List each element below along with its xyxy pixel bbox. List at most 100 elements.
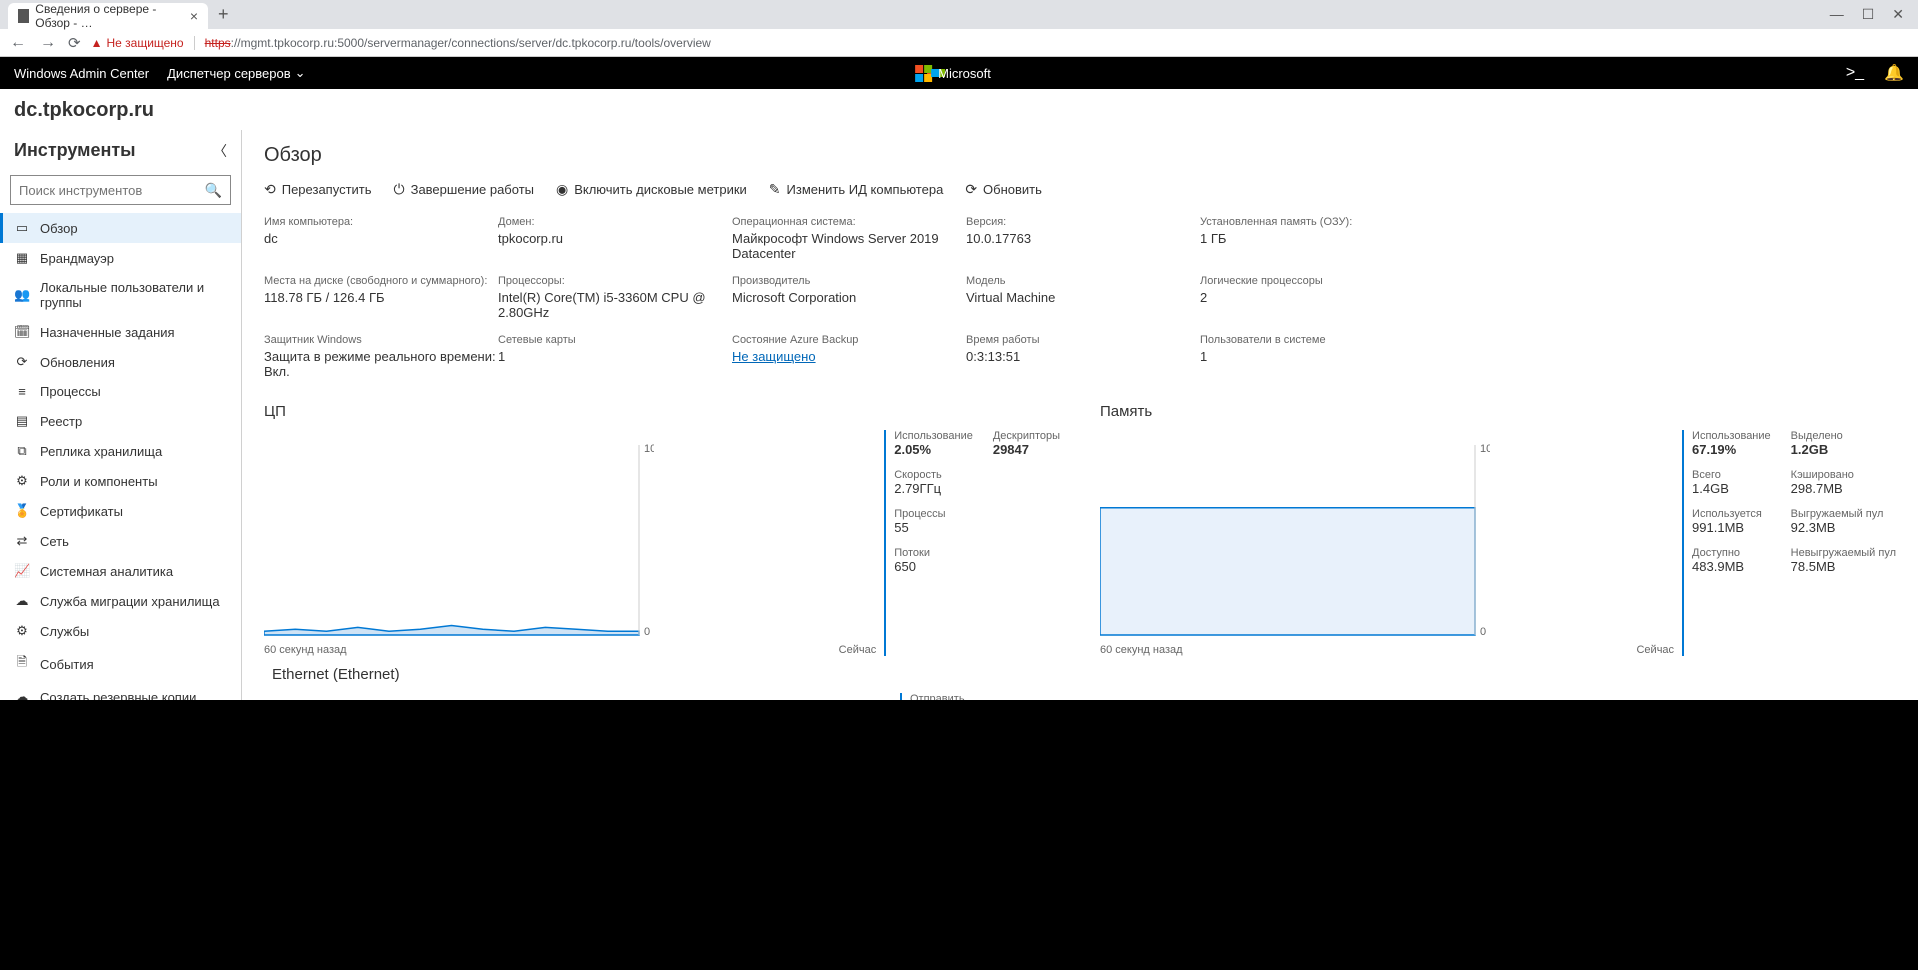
info-cell: ПроизводительMicrosoft Corporation	[732, 275, 966, 320]
address-bar: ← → ⟳ ▲ Не защищено https://mgmt.tpkocor…	[0, 29, 1918, 57]
sidebar-item-roles[interactable]: ⚙Роли и компоненты	[0, 466, 241, 496]
window-minimize-icon[interactable]: —	[1830, 6, 1844, 23]
restart-icon: ⟲	[264, 181, 276, 198]
sidebar-item-overview[interactable]: ▭Обзор	[0, 213, 241, 243]
info-cell: Имя компьютера:dc	[264, 216, 498, 261]
tab-title: Сведения о сервере - Обзор - …	[35, 2, 182, 30]
bell-icon[interactable]: 🔔	[1884, 63, 1904, 83]
cpu-stats: Использование2.05% Скорость2.79ГГц Проце…	[884, 430, 1060, 656]
mem-committed-stat: Выделено1.2GB	[1791, 430, 1896, 457]
info-cell: Время работы0:3:13:51	[966, 334, 1200, 379]
wac-topbar: Windows Admin Center Диспетчер серверов …	[0, 57, 1918, 89]
backup-icon: ☁	[14, 689, 30, 700]
users-icon: 👥	[14, 287, 30, 303]
url-display[interactable]: https://mgmt.tpkocorp.ru:5000/servermana…	[205, 36, 711, 50]
certificates-icon: 🏅	[14, 503, 30, 519]
mem-paged-stat: Выгружаемый пул92.3MB	[1791, 508, 1896, 535]
ethernet-row: Ethernet (Ethernet) Отправить424 Kbps	[264, 666, 1896, 700]
sidebar-item-tasks[interactable]: 🗓Назначенные задания	[0, 317, 241, 347]
sidebar-item-certificates[interactable]: 🏅Сертификаты	[0, 496, 241, 526]
brand-label[interactable]: Windows Admin Center	[14, 66, 149, 81]
page-bottom-blackbar	[0, 700, 1918, 970]
chevron-down-icon: ⌄	[295, 65, 306, 81]
sidebar-item-firewall[interactable]: ▦Брандмауэр	[0, 243, 241, 273]
cpu-speed-stat: Скорость2.79ГГц	[894, 469, 973, 496]
content-area: Обзор ⟲Перезапустить ⏻Завершение работы …	[242, 130, 1918, 700]
sidebar-title: Инструменты	[14, 140, 136, 161]
svg-text:0: 0	[1480, 626, 1486, 638]
sidebar-item-users[interactable]: 👥Локальные пользователи и группы	[0, 273, 241, 317]
sidebar-item-updates[interactable]: ⟳Обновления	[0, 347, 241, 377]
server-name-header: dc.tpkocorp.ru	[0, 89, 1918, 130]
mem-total-stat: Всего1.4GB	[1692, 469, 1771, 496]
sidebar: Инструменты 〈 🔍 ▭Обзор ▦Брандмауэр 👥Лока…	[0, 130, 242, 700]
tool-search[interactable]: 🔍	[10, 175, 231, 205]
edit-id-button[interactable]: ✎Изменить ИД компьютера	[769, 181, 944, 198]
main-layout: Инструменты 〈 🔍 ▭Обзор ▦Брандмауэр 👥Лока…	[0, 130, 1918, 700]
services-icon: ⚙	[14, 623, 30, 639]
processes-icon: ≡	[14, 384, 30, 399]
shutdown-button[interactable]: ⏻Завершение работы	[394, 181, 534, 198]
svg-text:100: 100	[644, 443, 654, 455]
refresh-icon: ⟳	[965, 181, 977, 198]
info-cell: Сетевые карты1	[498, 334, 732, 379]
reload-icon[interactable]: ⟳	[68, 34, 81, 52]
firewall-icon: ▦	[14, 250, 30, 266]
microsoft-logo: Microsoft	[927, 60, 991, 86]
sidebar-item-network[interactable]: ⇄Сеть	[0, 526, 241, 556]
disk-metrics-button[interactable]: ◉Включить дисковые метрики	[556, 181, 747, 198]
search-input[interactable]	[19, 183, 205, 198]
info-cell: Операционная система:Майкрософт Windows …	[732, 216, 966, 261]
ethernet-title: Ethernet (Ethernet)	[264, 666, 1060, 683]
memory-chart-block: Память 100 0 60 секунд назад Сейчас	[1100, 403, 1896, 656]
ms-square-icon	[931, 69, 939, 77]
browser-tab[interactable]: Сведения о сервере - Обзор - … ×	[8, 3, 208, 29]
terminal-icon[interactable]: >_	[1846, 64, 1864, 82]
sidebar-item-processes[interactable]: ≡Процессы	[0, 377, 241, 406]
svg-text:0: 0	[644, 626, 650, 638]
mem-inuse-stat: Используется991.1MB	[1692, 508, 1771, 535]
info-cell: МодельVirtual Machine	[966, 275, 1200, 320]
memory-chart: 100 0 60 секунд назад Сейчас	[1100, 430, 1674, 656]
security-label: Не защищено	[106, 36, 183, 50]
network-icon: ⇄	[14, 533, 30, 549]
restart-button[interactable]: ⟲Перезапустить	[264, 181, 372, 198]
cpu-usage-stat: Использование2.05%	[894, 430, 973, 457]
mem-usage-stat: Использование67.19%	[1692, 430, 1771, 457]
refresh-button[interactable]: ⟳Обновить	[965, 181, 1042, 198]
eth-send-stat: Отправить424 Kbps	[910, 693, 968, 700]
new-tab-button[interactable]: +	[218, 4, 229, 25]
security-indicator[interactable]: ▲ Не защищено	[91, 36, 195, 50]
sidebar-item-services[interactable]: ⚙Службы	[0, 616, 241, 646]
sidebar-item-storage-migration[interactable]: ☁Служба миграции хранилища	[0, 586, 241, 616]
tab-close-icon[interactable]: ×	[190, 8, 198, 24]
info-cell: Версия:10.0.17763	[966, 216, 1200, 261]
tasks-icon: 🗓	[14, 324, 30, 340]
sidebar-item-storage-replica[interactable]: ⧉Реплика хранилища	[0, 436, 241, 466]
sidebar-item-events[interactable]: 🗎События	[0, 646, 241, 682]
info-grid: Имя компьютера:dcДомен:tpkocorp.ruОперац…	[264, 216, 1896, 379]
action-toolbar: ⟲Перезапустить ⏻Завершение работы ◉Включ…	[264, 181, 1896, 198]
cpu-chart: 100 0 60 секунд назад Сейчас	[264, 430, 876, 656]
window-maximize-icon[interactable]: ☐	[1862, 6, 1875, 23]
mem-nonpaged-stat: Невыгружаемый пул78.5MB	[1791, 547, 1896, 574]
sidebar-item-insights[interactable]: 📈Системная аналитика	[0, 556, 241, 586]
collapse-sidebar-icon[interactable]: 〈	[213, 141, 227, 161]
tool-list: ▭Обзор ▦Брандмауэр 👥Локальные пользовате…	[0, 213, 241, 700]
sidebar-item-backup[interactable]: ☁Создать резервные копии	[0, 682, 241, 700]
cpu-handles-stat: Дескрипторы29847	[993, 430, 1060, 457]
info-cell: Состояние Azure BackupНе защищено	[732, 334, 966, 379]
cpu-chart-block: ЦП 100 0 60 секунд назад Сейчас	[264, 403, 1060, 656]
window-close-icon[interactable]: ✕	[1892, 6, 1904, 23]
mem-cached-stat: Кэшировано298.7MB	[1791, 469, 1896, 496]
tab-favicon	[18, 9, 29, 23]
svg-text:100: 100	[1480, 443, 1490, 455]
nav-back-icon[interactable]: ←	[8, 34, 28, 52]
registry-icon: ▤	[14, 413, 30, 429]
nav-forward-icon[interactable]: →	[38, 34, 58, 52]
cpu-procs-stat: Процессы55	[894, 508, 973, 535]
server-manager-menu[interactable]: Диспетчер серверов ⌄	[167, 65, 305, 81]
sidebar-item-registry[interactable]: ▤Реестр	[0, 406, 241, 436]
azure-backup-link[interactable]: Не защищено	[732, 349, 816, 364]
insights-icon: 📈	[14, 563, 30, 579]
